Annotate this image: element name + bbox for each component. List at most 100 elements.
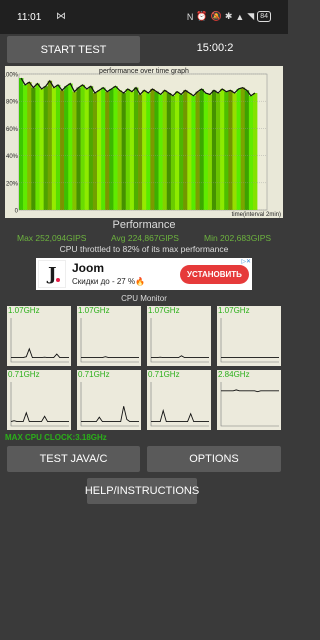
performance-bar (101, 87, 106, 210)
test-java-button[interactable]: TEST JAVA/C (7, 446, 140, 472)
performance-bar (133, 87, 139, 210)
status-time: 11:01 (17, 12, 42, 23)
performance-bar (129, 91, 135, 210)
core-axis (80, 318, 139, 363)
performance-bar (51, 87, 57, 210)
performance-bar (84, 88, 90, 210)
ad-banner[interactable]: Joom Скидки до - 27 %🔥 УСТАНОВИТЬ ▷✕ (36, 258, 252, 290)
performance-bar (191, 95, 196, 210)
options-button[interactable]: OPTIONS (147, 446, 281, 472)
performance-bar (211, 90, 217, 210)
nfc-icon: N (186, 11, 194, 22)
performance-bar (43, 86, 49, 210)
performance-title: Performance (112, 219, 176, 231)
cpu-core-2: 1.07GHz (77, 306, 141, 366)
cpu-core-8: 2.84GHz (217, 370, 281, 430)
cpu-monitor: 1.07GHz 1.07GHz 1.07GHz 1.07GHz 0.71GHz 0.71G… (5, 304, 283, 442)
wifi-icon: ◥ (247, 11, 255, 21)
performance-bar (55, 84, 61, 210)
core-axis (220, 318, 279, 363)
x-axis-label: time(interval 2min) (232, 212, 281, 218)
y-tick-label: 0 (15, 209, 19, 215)
performance-bar (174, 91, 180, 210)
cpu-monitor-title: CPU Monitor (121, 294, 167, 303)
core-frequency: 1.07GHz (218, 306, 250, 315)
performance-bar (252, 93, 258, 210)
performance-bar (19, 78, 24, 210)
ad-subtitle: Скидки до - 27 %🔥 (72, 277, 146, 286)
cpu-core-4: 1.07GHz (217, 306, 281, 366)
performance-bar (195, 91, 200, 210)
status-bar: 11:01 ⋈ N ⏰ 🔕 ✱ ▲ ◥ 84 (0, 0, 288, 34)
performance-bar (23, 84, 28, 210)
core-frequency: 0.71GHz (78, 370, 110, 379)
performance-bar (76, 87, 81, 210)
performance-bar (60, 90, 65, 210)
status-icons: N ⏰ 🔕 ✱ ▲ ◥ 84 (187, 11, 271, 22)
performance-bar (154, 91, 159, 210)
performance-bar (31, 87, 36, 210)
help-instructions-button[interactable]: HELP/INSTRUCTIONS (85, 478, 199, 504)
performance-bar (142, 90, 147, 210)
performance-bar (125, 88, 131, 210)
core-load-line (10, 411, 69, 423)
performance-bar (88, 86, 94, 210)
y-tick-label: 40% (6, 154, 19, 160)
performance-bar (244, 90, 250, 210)
core-load-line (151, 408, 209, 423)
core-load-line (221, 389, 279, 393)
core-axis (150, 382, 209, 427)
core-load-line (81, 356, 139, 359)
max-cpu-clock: MAX CPU CLOCK:3.18GHz (5, 433, 107, 442)
performance-bar (39, 88, 44, 210)
performance-bar (64, 86, 69, 210)
core-load-line (151, 355, 209, 359)
signal-icon: ▲ (235, 11, 245, 22)
core-axis (10, 318, 69, 363)
battery-icon: 84 (257, 11, 271, 22)
performance-bar (199, 88, 205, 210)
performance-bar (170, 95, 176, 210)
start-test-button[interactable]: START TEST (7, 36, 140, 63)
performance-bar (80, 84, 85, 210)
core-load-line (11, 347, 69, 359)
performance-bar (92, 93, 98, 210)
performance-bar (183, 90, 188, 210)
avg-performance: Avg 224,867GIPS (111, 233, 179, 243)
core-frequency: 1.07GHz (78, 306, 110, 315)
core-load-line (81, 406, 139, 423)
mute-icon: 🔕 (210, 11, 222, 21)
performance-bar (207, 94, 213, 210)
performance-bar (47, 80, 53, 210)
y-tick-label: 60% (6, 127, 19, 133)
max-performance: Max 252,094GIPS (17, 233, 87, 243)
core-frequency: 1.07GHz (8, 306, 40, 315)
cpu-core-6: 0.71GHz (77, 370, 141, 430)
cpu-core-5: 0.71GHz (7, 370, 71, 430)
performance-bar (240, 87, 246, 210)
core-frequency: 2.84GHz (218, 370, 250, 379)
core-axis (10, 382, 69, 427)
cpu-core-1: 1.07GHz (7, 306, 71, 366)
joom-logo (38, 260, 66, 288)
performance-bar (117, 90, 122, 210)
core-frequency: 1.07GHz (148, 306, 180, 315)
performance-bar (236, 88, 241, 210)
performance-bar (146, 93, 151, 210)
y-tick-label: 20% (6, 181, 19, 187)
performance-bar (179, 94, 184, 210)
ad-info-icon[interactable]: ▷✕ (241, 258, 251, 265)
performance-bar (187, 93, 192, 210)
performance-bar (113, 86, 118, 210)
min-performance: Min 202,683GIPS (204, 233, 272, 243)
install-button[interactable]: УСТАНОВИТЬ (180, 265, 249, 284)
performance-chart: 100%80%60%40%20%0time(interval 2min) (5, 73, 281, 219)
alarm-icon: ⏰ (196, 11, 208, 21)
performance-bar (150, 88, 155, 210)
performance-bar (162, 90, 168, 210)
core-frequency: 0.71GHz (148, 370, 180, 379)
performance-graph: 100%80%60%40%20%0time(interval 2min) per… (5, 66, 283, 218)
core-axis (80, 382, 139, 427)
performance-bar (105, 91, 110, 210)
cpu-core-3: 1.07GHz (147, 306, 211, 366)
